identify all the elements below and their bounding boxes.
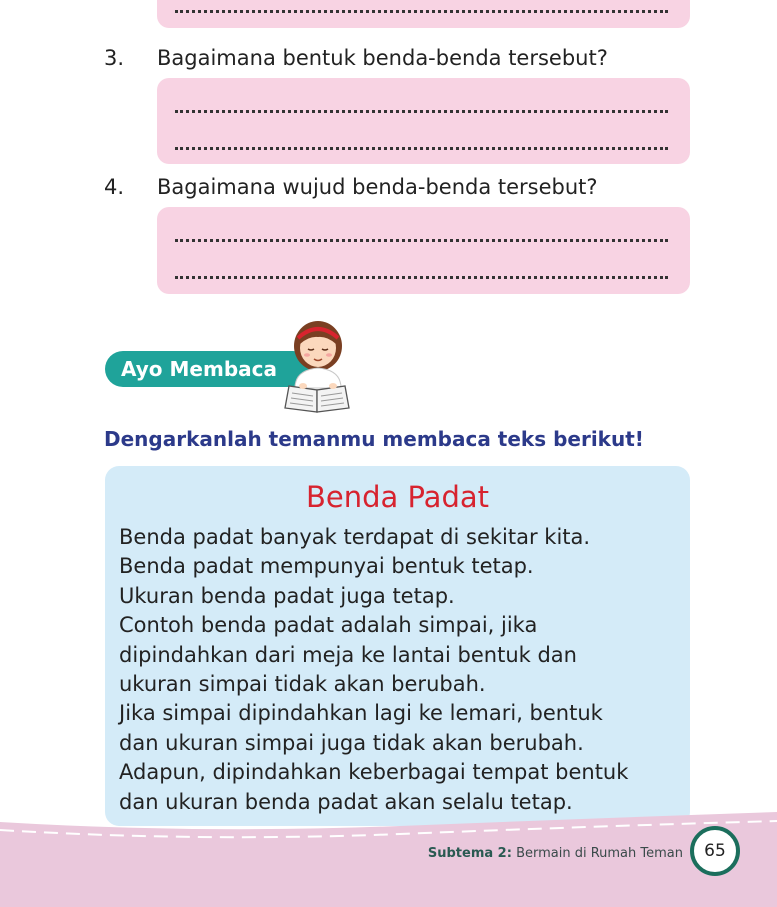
reading-line: Ukuran benda padat juga tetap. (119, 583, 455, 608)
reading-box: Benda Padat Benda padat banyak terdapat … (105, 466, 690, 826)
question-text: Bagaimana bentuk benda-benda tersebut? (157, 46, 608, 70)
reading-line: Jika simpai dipindahkan lagi ke lemari, … (119, 701, 603, 726)
answer-line[interactable] (175, 276, 668, 279)
question-number: 4. (104, 175, 125, 199)
question-number: 3. (104, 46, 125, 70)
reading-line: dipindahkan dari meja ke lantai bentuk d… (119, 642, 577, 667)
reading-text: Benda padat banyak terdapat di sekitar k… (119, 523, 689, 817)
answer-box-q4[interactable] (157, 207, 690, 294)
instruction-text: Dengarkanlah temanmu membaca teks beriku… (104, 427, 644, 451)
subtema-title: Bermain di Rumah Teman (516, 846, 683, 861)
reading-line: Benda padat mempunyai bentuk tetap. (119, 554, 534, 579)
answer-line[interactable] (175, 10, 668, 13)
subtema-label: Subtema 2: (427, 846, 512, 861)
answer-line[interactable] (175, 239, 668, 242)
reading-title: Benda Padat (305, 480, 490, 514)
reading-line: ukuran simpai tidak akan berubah. (119, 672, 486, 697)
answer-box-q2[interactable] (157, 0, 690, 28)
answer-line[interactable] (175, 110, 668, 113)
footer-subtema: Subtema 2: Bermain di Rumah Teman (428, 846, 683, 861)
answer-box-q3[interactable] (157, 78, 690, 164)
page-number: 65 (690, 826, 740, 876)
question-text: Bagaimana wujud benda-benda tersebut? (157, 175, 598, 199)
reading-line: Adapun, dipindahkan keberbagai tempat be… (119, 760, 629, 785)
girl-reading-illustration (284, 321, 350, 413)
reading-line: dan ukuran simpai juga tidak akan beruba… (119, 730, 584, 755)
reading-line: Contoh benda padat adalah simpai, jika (119, 613, 538, 638)
reading-line: Benda padat banyak terdapat di sekitar k… (119, 525, 591, 549)
answer-line[interactable] (175, 147, 668, 150)
